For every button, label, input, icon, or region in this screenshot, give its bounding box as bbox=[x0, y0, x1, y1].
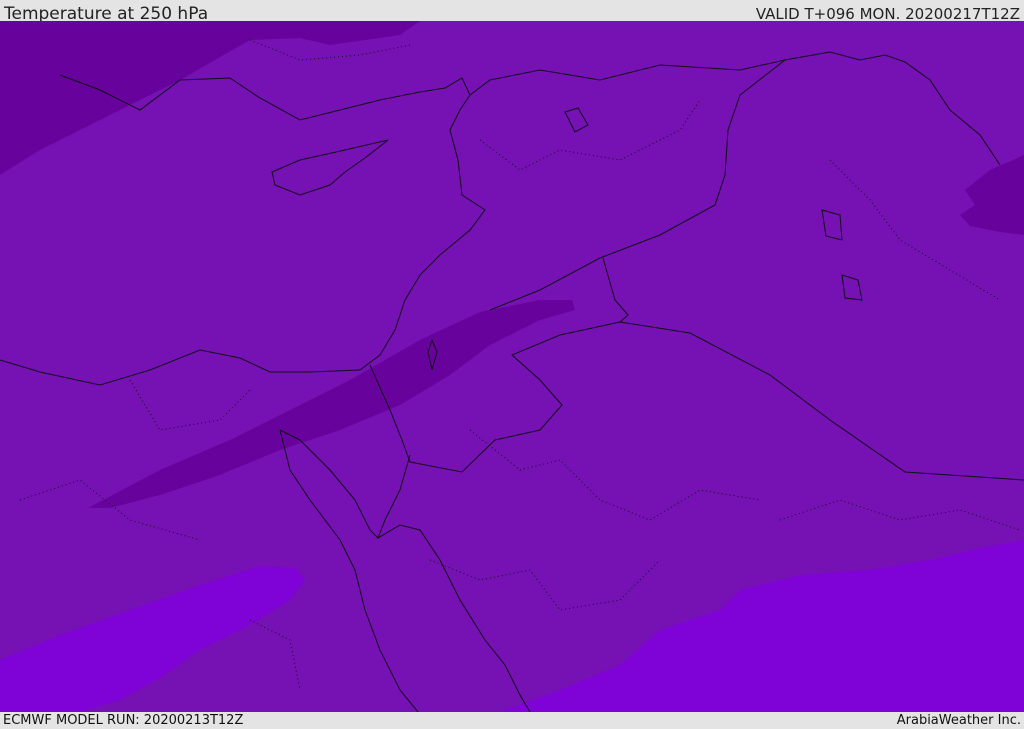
temperature-map[interactable] bbox=[0, 21, 1024, 712]
footer-bar: ECMWF MODEL RUN: 20200213T12Z ArabiaWeat… bbox=[0, 712, 1024, 729]
brand-label: ArabiaWeather Inc. bbox=[896, 713, 1021, 728]
model-run-label: ECMWF MODEL RUN: 20200213T12Z bbox=[3, 713, 244, 728]
header-bar: Temperature at 250 hPa VALID T+096 MON. … bbox=[0, 0, 1024, 24]
